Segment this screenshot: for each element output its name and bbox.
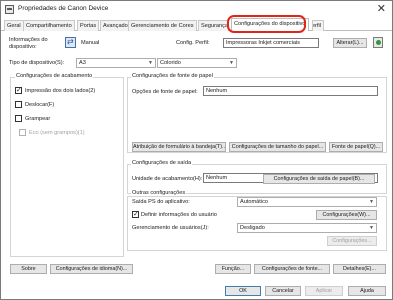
paper-size-settings-button[interactable]: Configurações de tamanho do papel...	[229, 142, 326, 152]
title-bar: Propriedades de Canon Device ✕	[1, 1, 392, 18]
staple-label: Grampear	[25, 116, 51, 122]
ok-button[interactable]: OK	[225, 286, 261, 296]
eco-staple-label: Eco (sem grampos)(1)	[29, 130, 85, 136]
status-icon[interactable]	[373, 37, 383, 48]
language-settings-button[interactable]: Configurações de idioma(N)...	[50, 264, 133, 274]
apply-button[interactable]: Aplicar	[305, 286, 343, 296]
device-color-value: Colorido	[160, 60, 181, 66]
device-color-select[interactable]: Colorido ▼	[157, 58, 237, 68]
font-settings-button[interactable]: Configurações de fonte...	[254, 264, 330, 274]
tab-ports[interactable]: Portas	[77, 20, 100, 31]
device-info-label: Informações do dispositivo:	[9, 37, 48, 50]
paper-source-title: Configurações de fonte de papel	[131, 73, 214, 79]
paper-source-button[interactable]: Fonte de papel(Q)...	[329, 142, 383, 152]
tab-color-management[interactable]: Gerenciamento de Cores	[128, 20, 197, 31]
properties-window: Propriedades de Canon Device ✕ Geral Com…	[0, 0, 393, 300]
user-info-settings-button[interactable]: Configurações(W)...	[316, 210, 377, 220]
about-button[interactable]: Sobre	[10, 264, 47, 274]
chevron-down-icon: ▼	[369, 225, 374, 231]
tab-profile[interactable]: Perfil	[312, 20, 324, 31]
ps-output-value: Automático	[240, 199, 268, 205]
tab-security[interactable]: Segurança	[198, 20, 229, 31]
device-size-select[interactable]: A3 ▼	[76, 58, 156, 68]
chevron-down-icon: ▼	[369, 199, 374, 205]
refresh-device-icon[interactable]	[65, 37, 76, 48]
tray-assignment-button[interactable]: Atribuição de formulário à bandeja(T)...	[132, 142, 226, 152]
duplex-checkbox[interactable]	[15, 86, 22, 94]
user-management-settings-button[interactable]: Configurações...	[327, 236, 377, 246]
paper-source-options-label: Opções de fonte de papel:	[132, 89, 198, 95]
chevron-down-icon: ▼	[148, 60, 153, 66]
config-profile-field[interactable]: Impressoras Inkjet comerciais	[223, 38, 319, 48]
device-size-value: A3	[79, 60, 86, 66]
tab-sharing[interactable]: Compartilhamento	[23, 20, 75, 31]
offset-label: Deslocar(F)	[25, 102, 55, 108]
user-management-label: Gerenciamento de usuários(J):	[132, 225, 209, 231]
staple-checkbox[interactable]	[15, 115, 22, 122]
config-profile-label: Config. Perfil:	[176, 40, 210, 46]
user-management-value: Desligado	[240, 225, 265, 231]
duplex-label: Impressão dos dois lados(2)	[25, 88, 96, 94]
user-info-label: Definir informações do usuário	[141, 212, 217, 218]
output-title: Configurações de saída	[131, 160, 193, 166]
help-button[interactable]: Ajuda	[348, 286, 386, 296]
tab-device-settings[interactable]: Configurações do dispositivo	[231, 18, 309, 31]
finishing-unit-label: Unidade de acabamento(H):	[132, 176, 203, 182]
ps-output-select[interactable]: Automático ▼	[237, 197, 377, 207]
finishing-group-title: Configurações de acabamento	[15, 73, 94, 79]
ps-output-label: Saída PS do aplicativo:	[132, 199, 190, 205]
function-button[interactable]: Função...	[215, 264, 251, 274]
paper-source-options-field[interactable]: Nenhum	[203, 86, 378, 96]
tab-advanced[interactable]: Avançado	[100, 20, 131, 31]
change-profile-button[interactable]: Alterar(L)...	[333, 38, 367, 48]
device-info-mode: Manual	[81, 40, 100, 46]
offset-checkbox[interactable]	[15, 101, 22, 108]
user-info-checkbox[interactable]	[132, 210, 139, 218]
details-button[interactable]: Detalhes(E)...	[333, 264, 386, 274]
printer-icon	[5, 5, 14, 14]
device-type-label: Tipo de dispositivo(S):	[9, 60, 65, 66]
other-title: Outras configurações	[131, 190, 187, 196]
tab-bar: Geral Compartilhamento Portas Avançado G…	[1, 18, 392, 31]
user-management-select[interactable]: Desligado ▼	[237, 223, 377, 233]
window-title: Propriedades de Canon Device	[18, 5, 109, 12]
chevron-down-icon: ▼	[229, 60, 234, 66]
close-icon[interactable]: ✕	[377, 2, 386, 15]
tab-general[interactable]: Geral	[4, 20, 24, 31]
output-settings-button[interactable]: Configurações de saída de papel(B)...	[263, 174, 375, 184]
cancel-button[interactable]: Cancelar	[265, 286, 301, 296]
eco-staple-checkbox[interactable]	[19, 129, 26, 136]
